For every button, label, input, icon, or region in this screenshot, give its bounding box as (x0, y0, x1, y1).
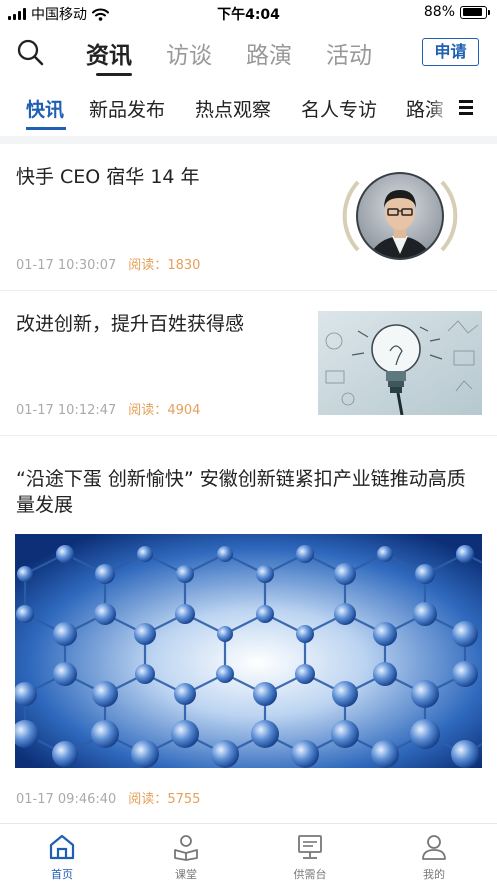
lightbulb-sketch-image (318, 311, 482, 415)
category-label: 热点观察 (195, 99, 272, 121)
article-card[interactable]: “沿途下蛋 创新愉快” 安徽创新链紧扣产业链推动高质量发展 01-17 09:4… (0, 436, 497, 821)
reads-count: 5755 (167, 792, 201, 807)
battery-percent: 88% (423, 4, 455, 20)
battery-icon (460, 5, 490, 19)
status-right: 88% (423, 4, 490, 20)
article-reads: 阅读：5755 (128, 792, 200, 807)
reads-label: 阅读： (128, 792, 168, 807)
supply-demand-icon (298, 835, 322, 859)
tab-label: 我的 (423, 868, 445, 881)
tab-label: 访谈 (166, 43, 212, 69)
portrait-photo-image (318, 164, 482, 268)
category-new-products[interactable]: 新品发布 (89, 95, 165, 122)
category-celebrity-interviews[interactable]: 名人专访 (301, 95, 377, 122)
category-nav: 快讯 新品发布 热点观察 名人专访 路演 (0, 84, 497, 130)
reads-count: 1830 (167, 258, 201, 273)
tab-label: 活动 (326, 43, 372, 69)
article-time: 01-17 09:46:40 (16, 792, 117, 807)
category-flash[interactable]: 快讯 (26, 95, 66, 130)
category-label: 新品发布 (89, 99, 166, 121)
reads-label: 阅读： (128, 403, 168, 418)
category-hot-topics[interactable]: 热点观察 (195, 95, 271, 122)
article-title: 改进创新，提升百姓获得感 (16, 313, 245, 335)
category-fade (430, 84, 450, 130)
tab-label: 路演 (246, 43, 292, 69)
menu-icon[interactable] (456, 84, 497, 130)
molecular-lattice-image (15, 534, 482, 768)
article-title: “沿途下蛋 创新愉快” 安徽创新链紧扣产业链推动高质量发展 (16, 468, 466, 516)
home-icon (49, 834, 75, 860)
tab-label: 首页 (51, 868, 73, 881)
tab-news[interactable]: 资讯 (86, 36, 132, 76)
search-icon[interactable] (16, 38, 44, 66)
tab-supply-demand[interactable]: 供需台 (248, 824, 372, 883)
classroom-icon (174, 835, 198, 861)
top-nav: 资讯 访谈 路演 活动 申请 (0, 28, 497, 76)
article-time: 01-17 10:30:07 (16, 258, 117, 273)
category-label: 名人专访 (301, 99, 378, 121)
tab-underline (96, 73, 132, 76)
article-meta: 01-17 10:12:47 阅读：4904 (16, 399, 200, 418)
article-reads: 阅读：4904 (128, 403, 200, 418)
reads-count: 4904 (167, 403, 201, 418)
tab-interview[interactable]: 访谈 (166, 36, 212, 70)
status-time: 下午4:04 (217, 7, 280, 23)
battery-level (462, 8, 482, 16)
tab-label: 资讯 (86, 43, 132, 69)
tab-profile[interactable]: 我的 (372, 824, 496, 883)
tab-label: 供需台 (293, 868, 327, 881)
article-card[interactable]: 改进创新，提升百姓获得感 01-17 10:12:47 阅读：4904 (0, 291, 497, 436)
article-reads: 阅读：1830 (128, 258, 200, 273)
tab-home[interactable]: 首页 (0, 824, 124, 883)
apply-button[interactable]: 申请 (422, 38, 479, 66)
reads-label: 阅读： (128, 258, 168, 273)
tab-events[interactable]: 活动 (326, 36, 372, 70)
article-title: 快手 CEO 宿华 14 年 (16, 166, 200, 188)
article-time: 01-17 10:12:47 (16, 403, 117, 418)
status-bar: 中国移动 下午4:04 88% (0, 0, 497, 24)
bottom-tab-bar: 首页 课堂 供需台 我的 (0, 823, 497, 883)
category-underline (26, 127, 66, 130)
article-meta: 01-17 10:30:07 阅读：1830 (16, 254, 200, 273)
category-label: 快讯 (26, 99, 65, 121)
tab-roadshow[interactable]: 路演 (246, 36, 292, 70)
article-card[interactable]: 快手 CEO 宿华 14 年 01-17 10:30:07 阅读：1830 (0, 144, 497, 291)
tab-label: 课堂 (175, 868, 197, 881)
article-meta: 01-17 09:46:40 阅读：5755 (16, 788, 200, 807)
profile-icon (422, 835, 446, 860)
tab-classroom[interactable]: 课堂 (124, 824, 248, 883)
section-divider (0, 136, 497, 144)
